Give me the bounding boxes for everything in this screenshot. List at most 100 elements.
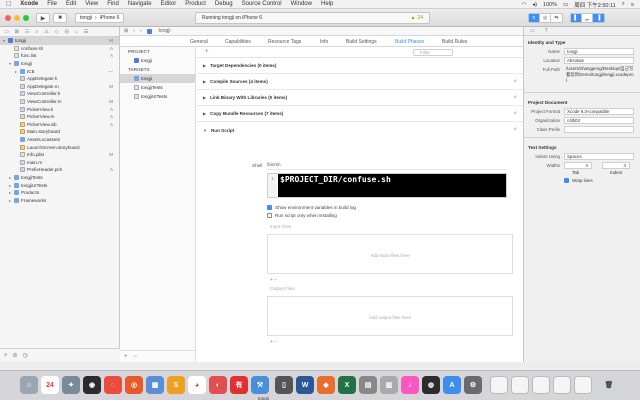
file-tree-row[interactable]: AppDelegate.h [0,75,119,83]
github-icon[interactable]: ◍ [422,376,440,394]
baidu-pan-icon[interactable]: ◐ [209,376,227,394]
forward-icon[interactable]: › [140,28,142,34]
file-tree-row[interactable]: ▸ tongjiUITests [0,181,119,189]
calendar-icon[interactable]: 24 [41,376,59,394]
show-env-checkbox[interactable]: Show environment variables in build log [267,205,356,210]
app-store-icon[interactable]: A [443,376,461,394]
file-tree-row[interactable]: ▾ tongji [0,60,119,68]
tab-build-rules[interactable]: Build Rules [442,39,467,45]
notes-icon[interactable]: ▥ [380,376,398,394]
folder-icon[interactable]: ▭ [4,29,9,35]
indent-width-field[interactable]: 4 [602,162,630,169]
add-phase-icon[interactable]: + [205,49,209,55]
script-editor[interactable]: 1 $PROJECT_DIR/confuse.sh [267,173,507,198]
file-tree-row[interactable]: PickerView.xib A [0,121,119,129]
disclosure-right-icon[interactable]: ▶ [203,111,206,116]
input-files-list[interactable]: Input Files Add input files here + − [267,224,513,283]
file-tree-row[interactable]: Main.storyboard [0,128,119,136]
disclosure-right-icon[interactable]: ▶ [203,79,206,84]
filter-icon[interactable]: ⊜ [13,352,18,359]
shell-field[interactable]: /bin/sh [267,162,507,170]
disclosure-down-icon[interactable]: ▼ [203,128,207,133]
netease-icon[interactable]: ◎ [125,376,143,394]
file-tree-row[interactable]: confuse.sh A [0,45,119,53]
back-icon[interactable]: ‹ [133,28,135,34]
add-remove-icon[interactable]: + − [270,339,277,345]
apple-icon[interactable]:  [6,1,11,8]
menu-file[interactable]: File [47,1,57,7]
terminal-icon[interactable]: ▯ [275,376,293,394]
file-tree-row[interactable]: func.list A [0,52,119,60]
file-tree-row[interactable]: PrefixHeader.pch A [0,166,119,174]
organization-field[interactable]: c4lb03 [564,117,634,124]
close-icon[interactable]: × [513,95,517,101]
window-thumbnail[interactable] [532,376,550,394]
qq-icon[interactable]: ◉ [83,376,101,394]
standard-editor-icon[interactable]: ≡ [529,14,540,22]
excel-icon[interactable]: X [338,376,356,394]
remove-target-icon[interactable]: − [134,354,138,360]
file-tree-row[interactable]: PickerView.m A [0,113,119,121]
search-icon[interactable]: ⌕ [622,1,625,8]
menu-edit[interactable]: Edit [66,1,76,7]
script-code[interactable]: $PROJECT_DIR/confuse.sh [278,174,506,197]
xcode-icon[interactable]: ⚒ [251,376,269,394]
menu-product[interactable]: Product [185,1,206,7]
run-button[interactable]: ▶ [36,13,50,23]
file-tree-row[interactable]: LaunchScreen.storyboard [0,143,119,151]
location-select[interactable]: Absolute [564,57,634,64]
minimize-window-button[interactable] [14,15,20,21]
tab-width-field[interactable]: 4 [564,162,592,169]
navigator-toggle-icon[interactable]: ▌ [571,14,582,22]
menu-view[interactable]: View [85,1,98,7]
checkbox-checked[interactable] [267,205,272,210]
tab-build-settings[interactable]: Build Settings [346,39,377,45]
sublime-icon[interactable]: S [167,376,185,394]
target-item[interactable]: tongji [120,74,195,83]
close-icon[interactable]: × [513,127,517,133]
disclosure-right-icon[interactable]: ▶ [203,95,206,100]
target-item[interactable]: tongjiUITests [120,92,195,101]
window-thumbnail[interactable] [490,376,508,394]
file-tree-row[interactable]: ▸ Frameworks [0,196,119,204]
find-icon[interactable]: ⌕ [35,29,38,35]
warning-indicator[interactable]: ▲ 24 [410,15,423,21]
debug-icon[interactable]: ⊟ [65,29,69,35]
indent-using-select[interactable]: Spaces [564,153,634,160]
run-only-installing-checkbox[interactable]: Run script only when installing [267,213,337,218]
breakpoint-icon[interactable]: ⌂ [75,29,78,35]
window-thumbnail[interactable] [553,376,571,394]
file-tree-row[interactable]: ▸ Products [0,189,119,197]
word-icon[interactable]: W [296,376,314,394]
trash-icon[interactable]: 🗑 [600,376,618,394]
phase-run-script[interactable]: ▼ Run Script × [197,122,523,138]
menu-debug[interactable]: Debug [215,1,233,7]
source-control-icon[interactable]: ⊠ [15,29,19,35]
menu-editor[interactable]: Editor [161,1,177,7]
file-tree-row[interactable]: Assets.xcassets [0,136,119,144]
utilities-toggle-icon[interactable]: ▐ [593,14,604,22]
close-window-button[interactable] [5,15,11,21]
symbol-icon[interactable]: ☷ [25,29,29,35]
add-remove-icon[interactable]: + − [270,277,277,283]
quick-help-icon[interactable]: ? [545,28,548,34]
tab-resource-tags[interactable]: Resource Tags [268,39,301,45]
recent-icon[interactable]: ◷ [23,352,28,359]
itunes-icon[interactable]: ♪ [401,376,419,394]
tab-capabilities[interactable]: Capabilities [225,39,251,45]
window-thumbnail[interactable] [574,376,592,394]
assistant-editor-icon[interactable]: ◎ [540,14,551,22]
debug-toggle-icon[interactable]: ▁ [582,14,593,22]
issue-icon[interactable]: ⚠ [44,29,48,35]
target-item[interactable]: tongjiTests [120,83,195,92]
close-icon[interactable]: × [513,111,517,117]
close-icon[interactable]: × [513,79,517,85]
weibo-icon[interactable]: ◌ [104,376,122,394]
file-tree-row[interactable]: ▾ tongji M [0,37,119,45]
menu-window[interactable]: Window [291,1,312,7]
file-tree-row[interactable]: main.m [0,159,119,167]
preview-icon[interactable]: ▦ [146,376,164,394]
class-prefix-field[interactable] [564,126,634,133]
file-tree-row[interactable]: AppDelegate.m M [0,83,119,91]
archive-icon[interactable]: ▤ [359,376,377,394]
